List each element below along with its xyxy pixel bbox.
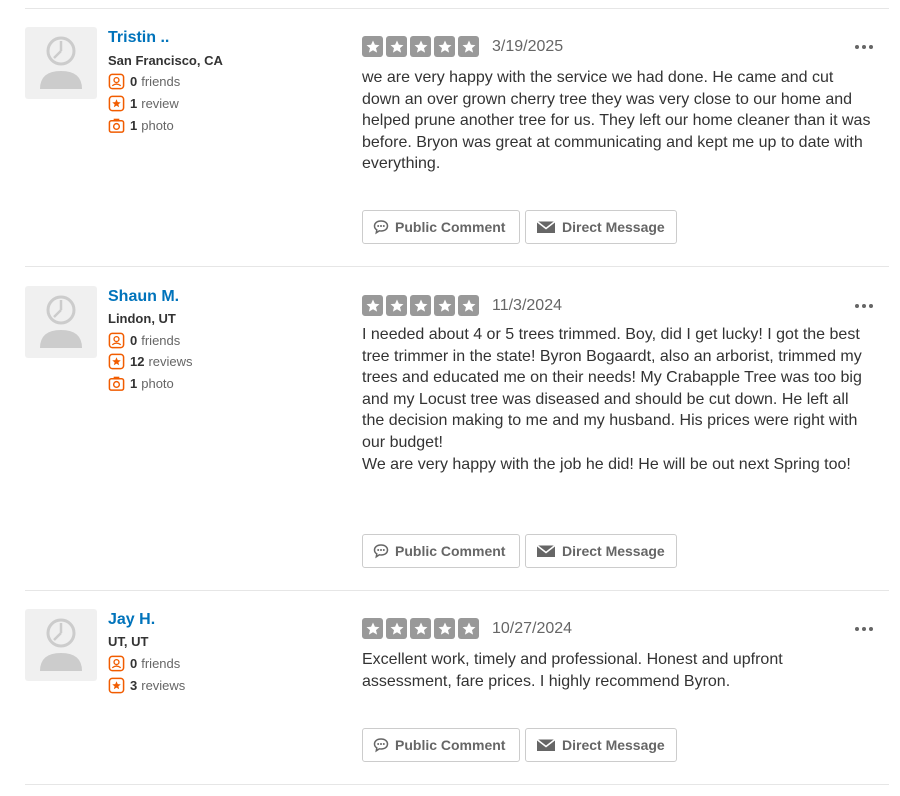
star-icon [386, 618, 407, 639]
divider [25, 784, 889, 785]
avatar[interactable] [25, 286, 97, 358]
envelope-icon [536, 544, 556, 557]
friends-stat: 0 friends [108, 331, 180, 349]
user-location: Lindon, UT [108, 311, 176, 326]
public-comment-button[interactable]: Public Comment [362, 210, 520, 244]
friends-icon [108, 73, 125, 89]
user-name-link[interactable]: Jay H. [108, 611, 155, 629]
comment-icon [373, 738, 389, 753]
direct-message-button[interactable]: Direct Message [525, 728, 677, 762]
photos-label: photo [141, 117, 174, 133]
reviews-label: review [141, 95, 179, 111]
review-date: 10/27/2024 [492, 620, 573, 637]
star-icon [362, 36, 383, 57]
public-comment-label: Public Comment [395, 543, 506, 559]
more-options-icon[interactable] [852, 623, 876, 635]
reviews-stat: 12 reviews [108, 352, 193, 370]
star-icon [434, 36, 455, 57]
friends-count: 0 [130, 655, 138, 671]
divider [25, 266, 889, 267]
review-star-icon [108, 95, 125, 111]
reviews-label: reviews [141, 677, 186, 693]
star-icon [386, 36, 407, 57]
divider [25, 8, 889, 9]
reviews-count: 12 [130, 353, 145, 369]
direct-message-label: Direct Message [562, 737, 665, 753]
review-text: Excellent work, timely and professional.… [362, 651, 783, 690]
friends-stat: 0 friends [108, 654, 180, 672]
star-icon [434, 295, 455, 316]
photos-stat: 1 photo [108, 374, 174, 392]
friends-count: 0 [130, 73, 138, 89]
photos-count: 1 [130, 375, 138, 391]
comment-icon [373, 220, 389, 235]
friends-label: friends [141, 655, 181, 671]
divider [25, 590, 889, 591]
user-location: UT, UT [108, 634, 149, 649]
reviews-stat: 3 reviews [108, 676, 185, 694]
star-rating [362, 36, 479, 57]
camera-icon [108, 118, 125, 133]
envelope-icon [536, 738, 556, 751]
user-placeholder-icon [40, 295, 82, 348]
star-icon [458, 36, 479, 57]
photos-label: photo [141, 375, 174, 391]
review-text: I needed about 4 or 5 trees trimmed. Boy… [362, 326, 862, 473]
avatar[interactable] [25, 609, 97, 681]
public-comment-label: Public Comment [395, 737, 506, 753]
direct-message-button[interactable]: Direct Message [525, 210, 677, 244]
direct-message-label: Direct Message [562, 543, 665, 559]
star-icon [458, 295, 479, 316]
review-date: 3/19/2025 [492, 38, 564, 55]
more-options-icon[interactable] [852, 300, 876, 312]
friends-label: friends [141, 332, 181, 348]
friends-stat: 0 friends [108, 72, 180, 90]
star-icon [410, 295, 431, 316]
review-text: we are very happy with the service we ha… [362, 69, 871, 173]
avatar[interactable] [25, 27, 97, 99]
user-placeholder-icon [40, 618, 82, 671]
review-star-icon [108, 677, 125, 693]
friends-label: friends [141, 73, 181, 89]
user-name-link[interactable]: Tristin .. [108, 29, 169, 47]
user-name-link[interactable]: Shaun M. [108, 288, 179, 306]
friends-count: 0 [130, 332, 138, 348]
reviews-count: 3 [130, 677, 138, 693]
user-placeholder-icon [40, 36, 82, 89]
user-location: San Francisco, CA [108, 53, 223, 68]
review-date: 11/3/2024 [492, 297, 562, 314]
star-icon [386, 295, 407, 316]
star-icon [434, 618, 455, 639]
star-icon [410, 36, 431, 57]
public-comment-button[interactable]: Public Comment [362, 728, 520, 762]
star-icon [362, 618, 383, 639]
public-comment-button[interactable]: Public Comment [362, 534, 520, 568]
reviews-count: 1 [130, 95, 138, 111]
reviews-stat: 1 review [108, 94, 179, 112]
star-icon [458, 618, 479, 639]
public-comment-label: Public Comment [395, 219, 506, 235]
star-icon [410, 618, 431, 639]
photos-stat: 1 photo [108, 116, 174, 134]
friends-icon [108, 655, 125, 671]
star-rating [362, 295, 479, 316]
star-icon [362, 295, 383, 316]
more-options-icon[interactable] [852, 41, 876, 53]
direct-message-label: Direct Message [562, 219, 665, 235]
photos-count: 1 [130, 117, 138, 133]
camera-icon [108, 376, 125, 391]
reviews-label: reviews [148, 353, 193, 369]
comment-icon [373, 544, 389, 559]
envelope-icon [536, 220, 556, 233]
friends-icon [108, 332, 125, 348]
star-rating [362, 618, 479, 639]
review-star-icon [108, 353, 125, 369]
direct-message-button[interactable]: Direct Message [525, 534, 677, 568]
